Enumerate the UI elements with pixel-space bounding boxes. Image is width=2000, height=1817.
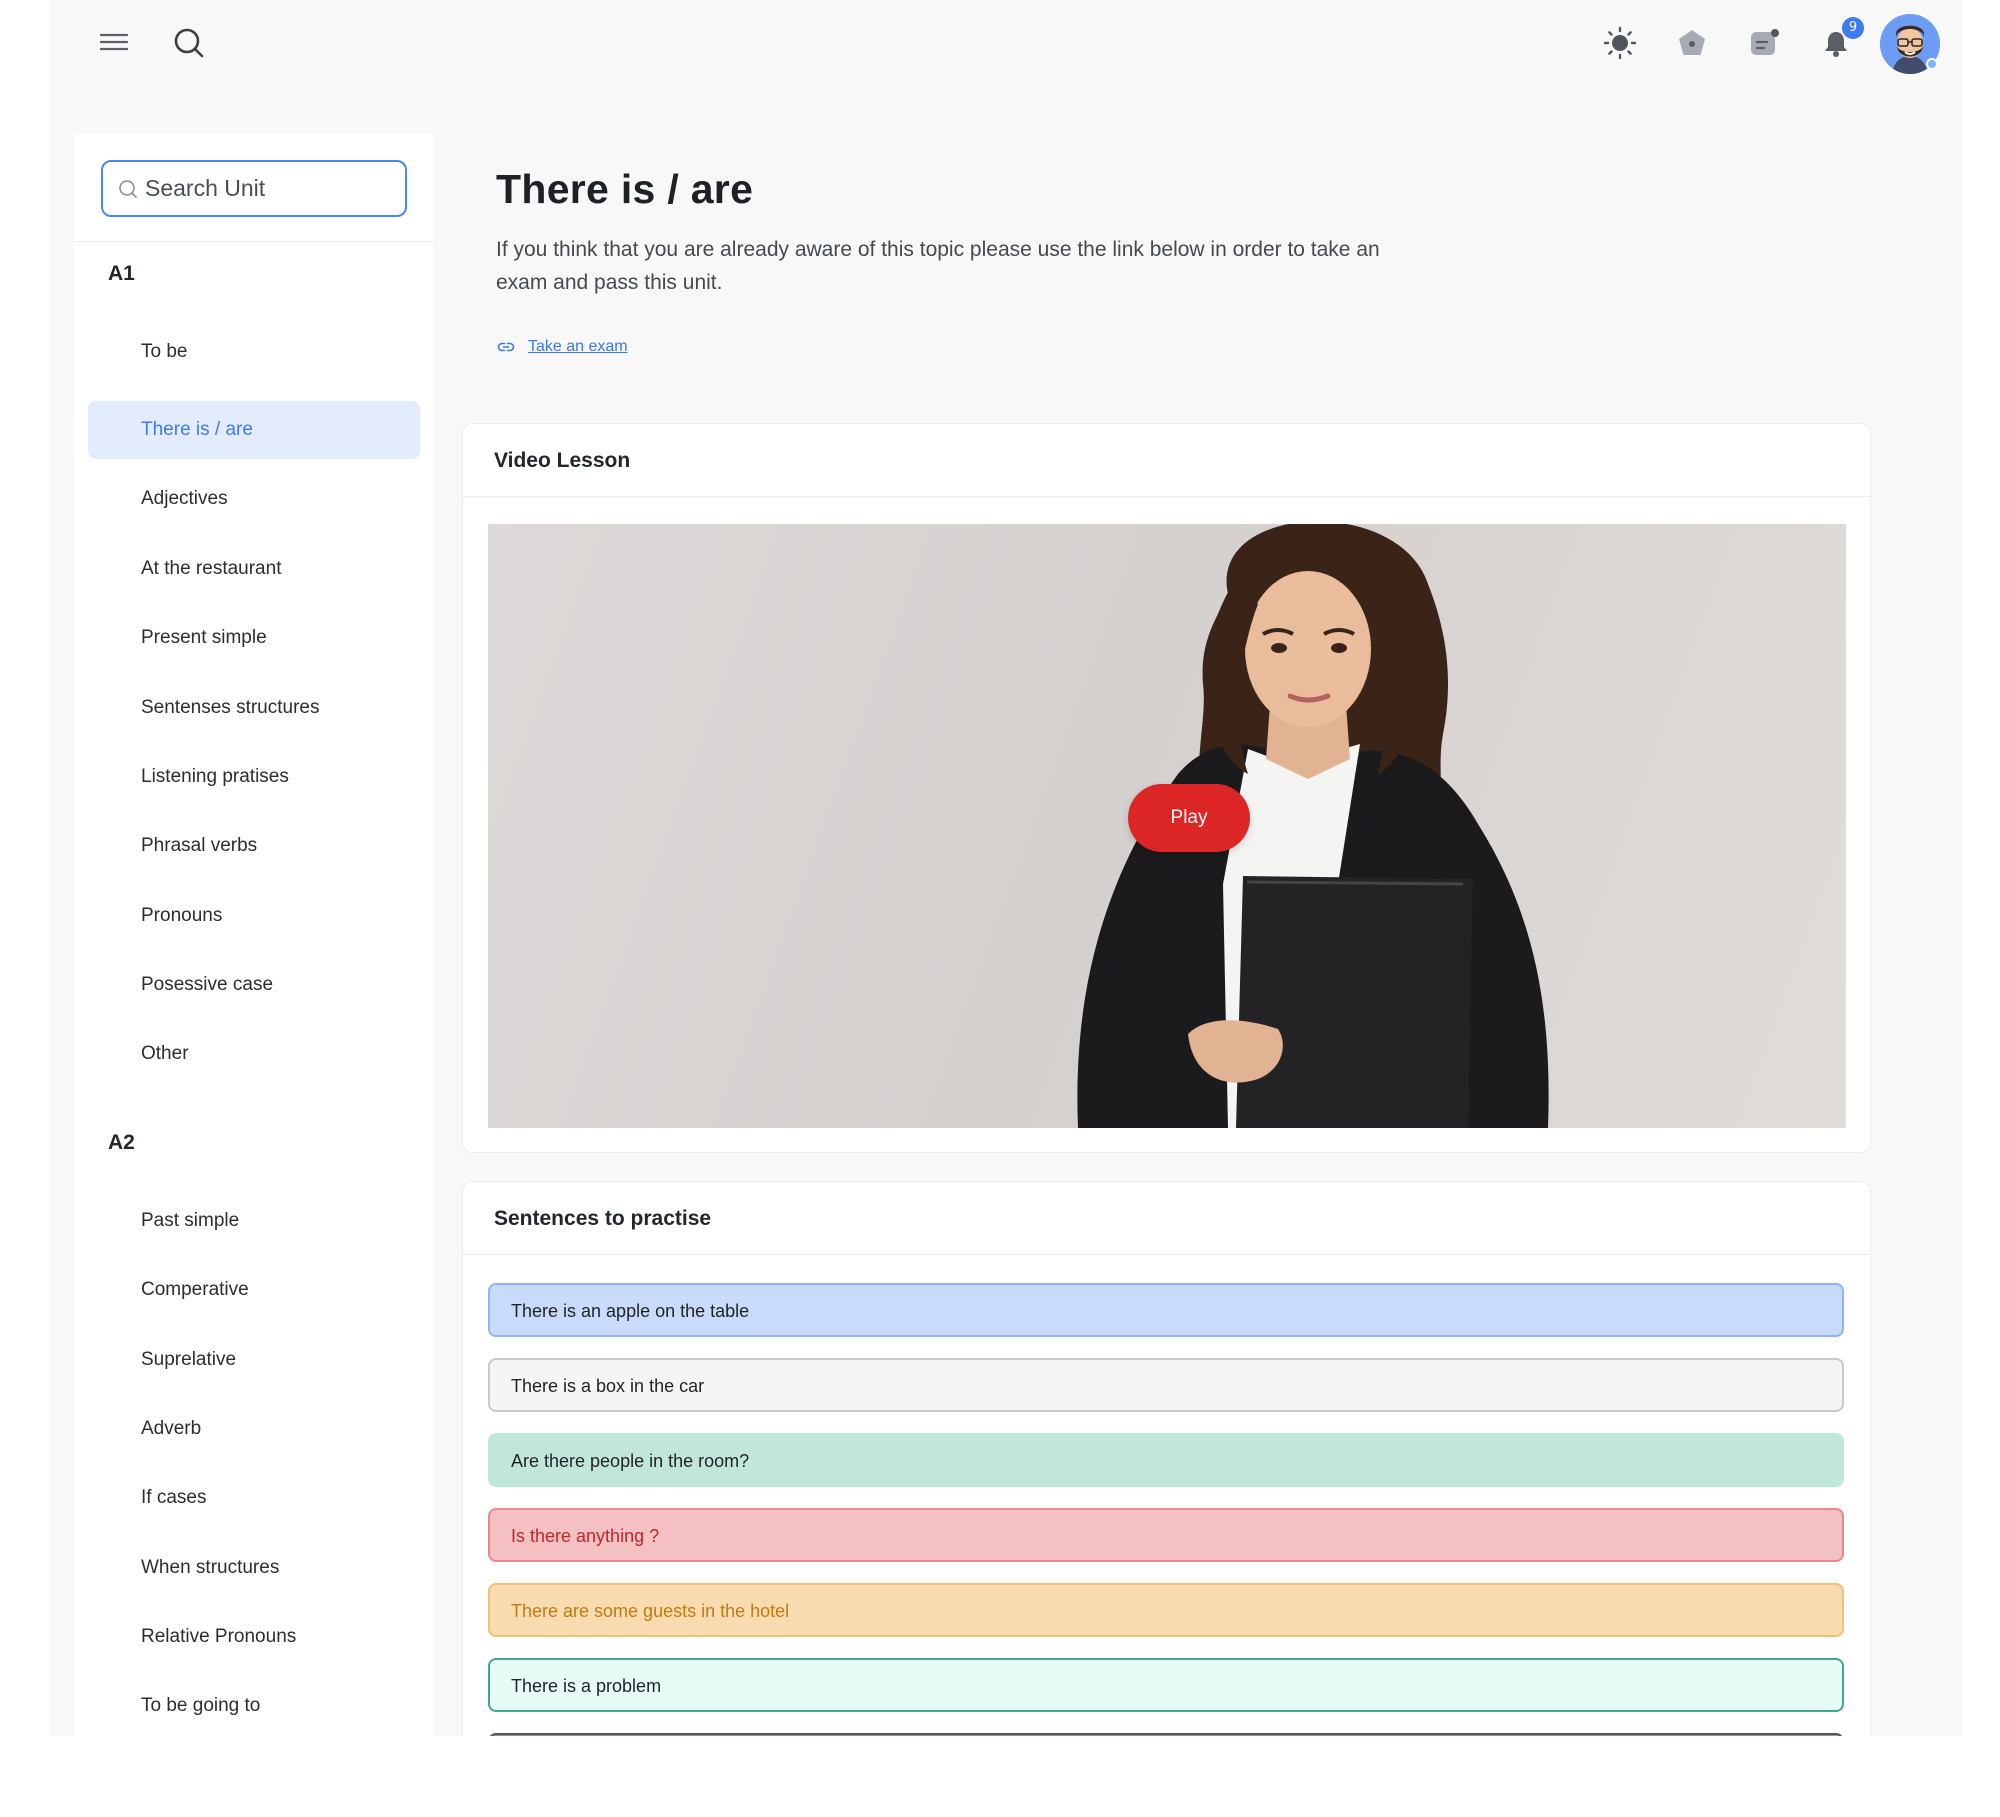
search-icon: [174, 28, 204, 58]
sidebar-item-relative-pronouns[interactable]: Relative Pronouns: [88, 1608, 420, 1666]
take-exam-link[interactable]: Take an exam: [496, 337, 628, 357]
video-card-title: Video Lesson: [463, 424, 1870, 497]
sidebar-item-there-is-are[interactable]: There is / are: [88, 401, 420, 459]
search-icon: [119, 179, 137, 198]
messages-button[interactable]: [1741, 20, 1787, 66]
sidebar-divider: [74, 241, 434, 242]
sidebar-item-listening-pratises[interactable]: Listening pratises: [88, 748, 420, 806]
search-button[interactable]: [164, 20, 214, 66]
sidebar-item-adverb[interactable]: Adverb: [88, 1400, 420, 1458]
sidebar-item-to-be[interactable]: To be: [88, 323, 420, 381]
menu-icon: [99, 33, 129, 51]
shapes-button[interactable]: [1669, 20, 1715, 66]
sidebar-item-suprelative[interactable]: Suprelative: [88, 1331, 420, 1389]
units-sidebar: A1 To be There is / are Adjectives At th…: [74, 134, 434, 1736]
search-unit-input[interactable]: [145, 175, 385, 202]
sentence-item[interactable]: Is there anything ?: [488, 1508, 1844, 1562]
link-icon: [497, 342, 515, 352]
page-title: There is / are: [496, 166, 754, 212]
app-window: 9 A1 To be There is / are Adjectives: [49, 0, 1962, 1736]
play-button[interactable]: Play: [1128, 784, 1250, 852]
menu-button[interactable]: [87, 22, 141, 62]
sidebar-item-past-simple[interactable]: Past simple: [88, 1192, 420, 1250]
sentence-item[interactable]: [488, 1733, 1844, 1736]
sidebar-item-at-the-restaurant[interactable]: At the restaurant: [88, 540, 420, 598]
group-title-a1: A1: [108, 262, 135, 285]
sentence-item[interactable]: There are some guests in the hotel: [488, 1583, 1844, 1637]
sentences-card-title: Sentences to practise: [463, 1182, 1870, 1255]
group-title-a2: A2: [108, 1131, 135, 1154]
sentence-item[interactable]: Are there people in the room?: [488, 1433, 1844, 1487]
video-player[interactable]: Play: [488, 524, 1846, 1128]
unit-search-field[interactable]: [101, 160, 407, 217]
sentence-item[interactable]: There is an apple on the table: [488, 1283, 1844, 1337]
pentagon-icon: [1679, 30, 1705, 55]
sidebar-item-other[interactable]: Other: [88, 1025, 420, 1083]
sidebar-item-pronouns[interactable]: Pronouns: [88, 887, 420, 945]
sentence-item[interactable]: There is a problem: [488, 1658, 1844, 1712]
video-lesson-card: Video Lesson Play: [462, 423, 1871, 1153]
notification-badge: 9: [1842, 17, 1864, 39]
sidebar-item-sentenses-structures[interactable]: Sentenses structures: [88, 679, 420, 737]
sentences-card: Sentences to practise There is an apple …: [462, 1181, 1871, 1736]
chat-icon: [1751, 29, 1779, 55]
sidebar-item-phrasal-verbs[interactable]: Phrasal verbs: [88, 817, 420, 875]
sidebar-item-adjectives[interactable]: Adjectives: [88, 470, 420, 528]
page-description: If you think that you are already aware …: [496, 238, 1380, 294]
sidebar-item-if-cases[interactable]: If cases: [88, 1469, 420, 1527]
take-exam-label[interactable]: Take an exam: [528, 338, 628, 356]
sidebar-item-posessive-case[interactable]: Posessive case: [88, 956, 420, 1014]
sidebar-item-to-be-going-to[interactable]: To be going to: [88, 1677, 420, 1735]
sidebar-item-present-simple[interactable]: Present simple: [88, 609, 420, 667]
sidebar-item-when-structures[interactable]: When structures: [88, 1539, 420, 1597]
online-status-dot: [1926, 58, 1938, 70]
sidebar-item-comperative[interactable]: Comperative: [88, 1261, 420, 1319]
sentence-item[interactable]: There is a box in the car: [488, 1358, 1844, 1412]
theme-toggle-button[interactable]: [1597, 20, 1643, 66]
sun-icon: [1603, 26, 1637, 60]
